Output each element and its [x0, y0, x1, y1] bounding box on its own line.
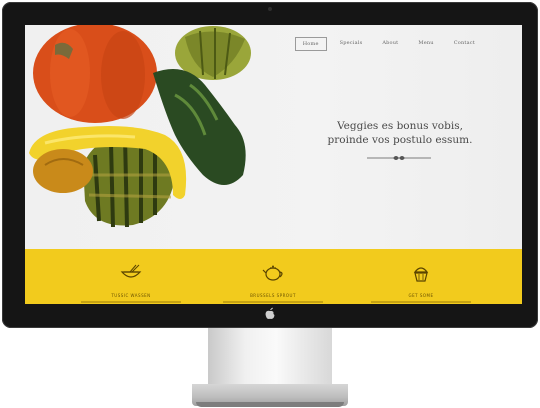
nav-item-specials[interactable]: Specials [333, 37, 370, 51]
teapot-icon [262, 265, 283, 281]
main-nav: Home Specials About Menu Contact [294, 37, 482, 51]
nav-item-home[interactable]: Home [294, 37, 327, 51]
camera-icon [268, 7, 272, 11]
hero-headline-line1: Veggies es bonus vobis, [337, 120, 463, 132]
monitor-stand [208, 328, 332, 388]
bowl-icon [120, 264, 142, 278]
hero-headline-line2: proinde vos postulo essum. [327, 134, 473, 146]
monitor-bezel: Home Specials About Menu Contact Veggies… [2, 2, 538, 328]
monitor-stand-foot [196, 402, 344, 407]
cupcake-icon [413, 267, 429, 282]
apple-logo-icon [265, 307, 275, 319]
screen: Home Specials About Menu Contact Veggies… [25, 25, 522, 304]
feature-title: TUSSIC WASSEN [111, 293, 151, 298]
feature-text-line [371, 301, 471, 303]
ornament-divider-icon [367, 156, 431, 160]
feature-text-line [223, 301, 323, 303]
features-band: TUSSIC WASSEN BRUSSELS SPROUT GET SOME [25, 249, 522, 304]
vegetables-image [29, 25, 251, 228]
nav-item-menu[interactable]: Menu [411, 37, 440, 51]
feature-title: GET SOME [408, 293, 434, 298]
hero-section: Home Specials About Menu Contact Veggies… [25, 25, 522, 249]
hero-headline: Veggies es bonus vobis, proinde vos post… [325, 119, 475, 147]
feature-title: BRUSSELS SPROUT [250, 293, 296, 298]
nav-item-about[interactable]: About [375, 37, 405, 51]
nav-item-contact[interactable]: Contact [447, 37, 482, 51]
feature-text-line [81, 301, 181, 303]
